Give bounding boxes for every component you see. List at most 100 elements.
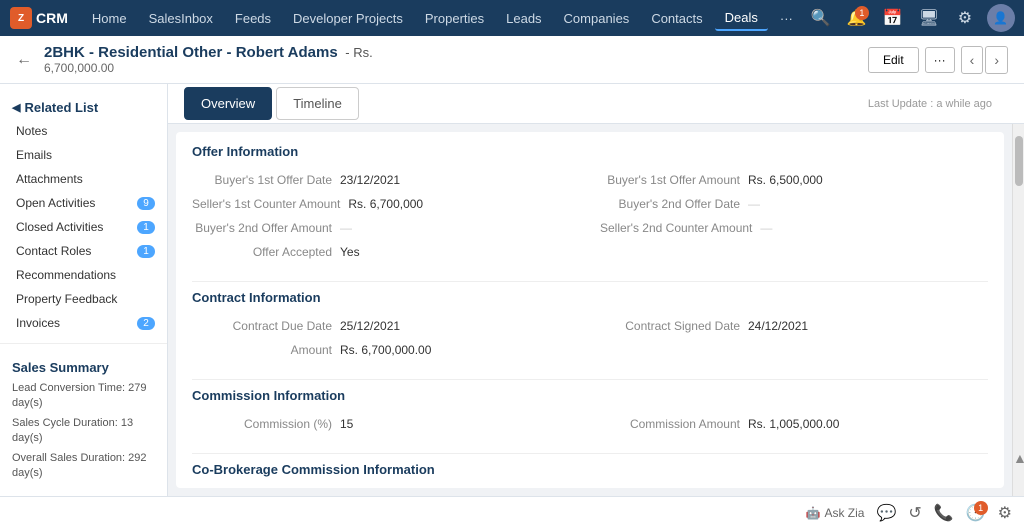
divider-2 <box>192 379 988 380</box>
nav-deals[interactable]: Deals <box>715 6 768 31</box>
contract-information-title: Contract Information <box>192 290 988 309</box>
sidebar-item-invoices[interactable]: Invoices 2 <box>0 311 167 335</box>
settings-bottom-icon[interactable]: ⚙ <box>998 503 1012 523</box>
prev-button[interactable]: ‹ <box>961 46 984 74</box>
last-update: Last Update : a while ago <box>852 98 1008 110</box>
calendar-icon[interactable]: 📅 <box>879 4 907 32</box>
zia-button[interactable]: 🤖 Ask Zia <box>806 506 865 520</box>
commission-field-amount: Commission Amount Rs. 1,005,000.00 <box>600 417 988 437</box>
notification-badge: 1 <box>855 6 869 20</box>
page-header: ← 2BHK - Residential Other - Robert Adam… <box>0 36 1024 84</box>
deal-title: 2BHK - Residential Other - Robert Adams <box>44 44 338 61</box>
nav-arrows: ‹ › <box>961 46 1008 74</box>
user-avatar[interactable]: 👤 <box>987 4 1015 32</box>
sidebar-item-emails[interactable]: Emails <box>0 143 167 167</box>
deal-amount: 6,700,000.00 <box>44 61 373 75</box>
zoho-icon: Z <box>10 7 32 29</box>
back-button[interactable]: ← <box>16 51 32 69</box>
tab-overview[interactable]: Overview <box>184 87 272 120</box>
topnav-icons: 🔍 🔔 1 📅 🖥 ⚙ 👤 ⠿ <box>807 4 1024 32</box>
nav-home[interactable]: Home <box>82 7 137 30</box>
sidebar-item-attachments[interactable]: Attachments <box>0 167 167 191</box>
sidebar-item-property-feedback[interactable]: Property Feedback <box>0 287 167 311</box>
nav-contacts[interactable]: Contacts <box>641 7 712 30</box>
header-left: ← 2BHK - Residential Other - Robert Adam… <box>16 44 373 75</box>
scroll-up-button[interactable]: ▲ <box>1013 450 1024 466</box>
chat-icon[interactable]: 💬 <box>876 503 896 523</box>
clock-icon[interactable]: 🕐 1 <box>966 503 986 523</box>
nav-items: Home SalesInbox Feeds Developer Projects… <box>82 6 803 31</box>
co-brokerage-section: Co-Brokerage Commission Information Co-B… <box>192 462 988 488</box>
screen-icon[interactable]: 🖥 <box>915 4 943 32</box>
sidebar-item-recommendations[interactable]: Recommendations <box>0 263 167 287</box>
notification-icon[interactable]: 🔔 1 <box>843 4 871 32</box>
offer-information-section: Offer Information Buyer's 1st Offer Date… <box>192 144 988 265</box>
tab-timeline[interactable]: Timeline <box>276 87 359 120</box>
offer-field-2nd-offer-date: Buyer's 2nd Offer Date — <box>600 197 988 217</box>
logo[interactable]: Z CRM <box>10 7 68 29</box>
nav-salesinbox[interactable]: SalesInbox <box>139 7 223 30</box>
content-body: Offer Information Buyer's 1st Offer Date… <box>176 132 1004 488</box>
refresh-icon[interactable]: ↺ <box>908 503 921 523</box>
sidebar-item-open-activities[interactable]: Open Activities 9 <box>0 191 167 215</box>
nav-properties[interactable]: Properties <box>415 7 494 30</box>
nav-developer-projects[interactable]: Developer Projects <box>283 7 413 30</box>
sidebar-item-closed-activities[interactable]: Closed Activities 1 <box>0 215 167 239</box>
offer-field-accepted: Offer Accepted Yes <box>192 245 580 265</box>
deal-title-suffix: - Rs. <box>345 45 372 60</box>
sidebar-item-contact-roles[interactable]: Contact Roles 1 <box>0 239 167 263</box>
divider-1 <box>192 281 988 282</box>
sidebar-divider <box>0 343 167 344</box>
sidebar-section-title: ◀ Related List <box>0 92 167 119</box>
sidebar-item-notes[interactable]: Notes <box>0 119 167 143</box>
overall-sales-duration: Overall Sales Duration: 292 day(s) <box>12 451 155 482</box>
contract-field-signed-date: Contract Signed Date 24/12/2021 <box>600 319 988 339</box>
zia-label: Ask Zia <box>824 506 864 520</box>
nav-more[interactable]: ··· <box>770 7 803 30</box>
page-title-area: 2BHK - Residential Other - Robert Adams … <box>44 44 373 75</box>
content-area: Overview Timeline Last Update : a while … <box>168 84 1024 496</box>
sidebar-toggle-icon[interactable]: ◀ <box>12 101 20 114</box>
crm-label: CRM <box>36 10 68 26</box>
offer-field-2nd-counter-amount: Seller's 2nd Counter Amount — <box>600 221 988 241</box>
contract-field-amount: Amount Rs. 6,700,000.00 <box>192 343 580 363</box>
clock-badge: 1 <box>974 501 988 515</box>
sales-summary-title: Sales Summary <box>12 360 155 375</box>
divider-3 <box>192 453 988 454</box>
search-icon[interactable]: 🔍 <box>807 4 835 32</box>
open-activities-count: 9 <box>137 197 155 210</box>
top-navigation: Z CRM Home SalesInbox Feeds Developer Pr… <box>0 0 1024 36</box>
scrollbar[interactable]: ▲ <box>1012 124 1024 496</box>
settings-icon[interactable]: ⚙ <box>951 4 979 32</box>
nav-feeds[interactable]: Feeds <box>225 7 281 30</box>
sales-summary: Sales Summary Lead Conversion Time: 279 … <box>0 352 167 493</box>
co-brokerage-title: Co-Brokerage Commission Information <box>192 462 988 481</box>
tabs-left: Overview Timeline <box>184 87 359 120</box>
content-scroll-area: Offer Information Buyer's 1st Offer Date… <box>168 124 1024 496</box>
closed-activities-count: 1 <box>137 221 155 234</box>
offer-field-1st-offer-amount: Buyer's 1st Offer Amount Rs. 6,500,000 <box>600 173 988 193</box>
contact-roles-count: 1 <box>137 245 155 258</box>
main-layout: ◀ Related List Notes Emails Attachments … <box>0 84 1024 496</box>
nav-companies[interactable]: Companies <box>554 7 640 30</box>
phone-icon[interactable]: 📞 <box>934 503 954 523</box>
edit-button[interactable]: Edit <box>868 47 919 73</box>
zia-icon: 🤖 <box>806 506 821 520</box>
nav-leads[interactable]: Leads <box>496 7 551 30</box>
contract-information-section: Contract Information Contract Due Date 2… <box>192 290 988 363</box>
next-button[interactable]: › <box>985 46 1008 74</box>
content-tabs: Overview Timeline Last Update : a while … <box>168 84 1024 124</box>
contract-field-due-date: Contract Due Date 25/12/2021 <box>192 319 580 339</box>
invoices-count: 2 <box>137 317 155 330</box>
offer-field-counter-amount: Seller's 1st Counter Amount Rs. 6,700,00… <box>192 197 580 217</box>
commission-field-percent: Commission (%) 15 <box>192 417 580 437</box>
offer-field-1st-offer-date: Buyer's 1st Offer Date 23/12/2021 <box>192 173 580 193</box>
header-right: Edit ··· ‹ › <box>868 46 1008 74</box>
lead-conversion-time: Lead Conversion Time: 279 day(s) <box>12 381 155 412</box>
offer-field-2nd-offer-amount: Buyer's 2nd Offer Amount — <box>192 221 580 241</box>
bottom-bar: 🤖 Ask Zia 💬 ↺ 📞 🕐 1 ⚙ <box>0 496 1024 528</box>
scrollbar-thumb[interactable] <box>1015 136 1023 186</box>
offer-information-title: Offer Information <box>192 144 988 163</box>
page-title: 2BHK - Residential Other - Robert Adams … <box>44 44 373 61</box>
more-button[interactable]: ··· <box>925 47 955 73</box>
